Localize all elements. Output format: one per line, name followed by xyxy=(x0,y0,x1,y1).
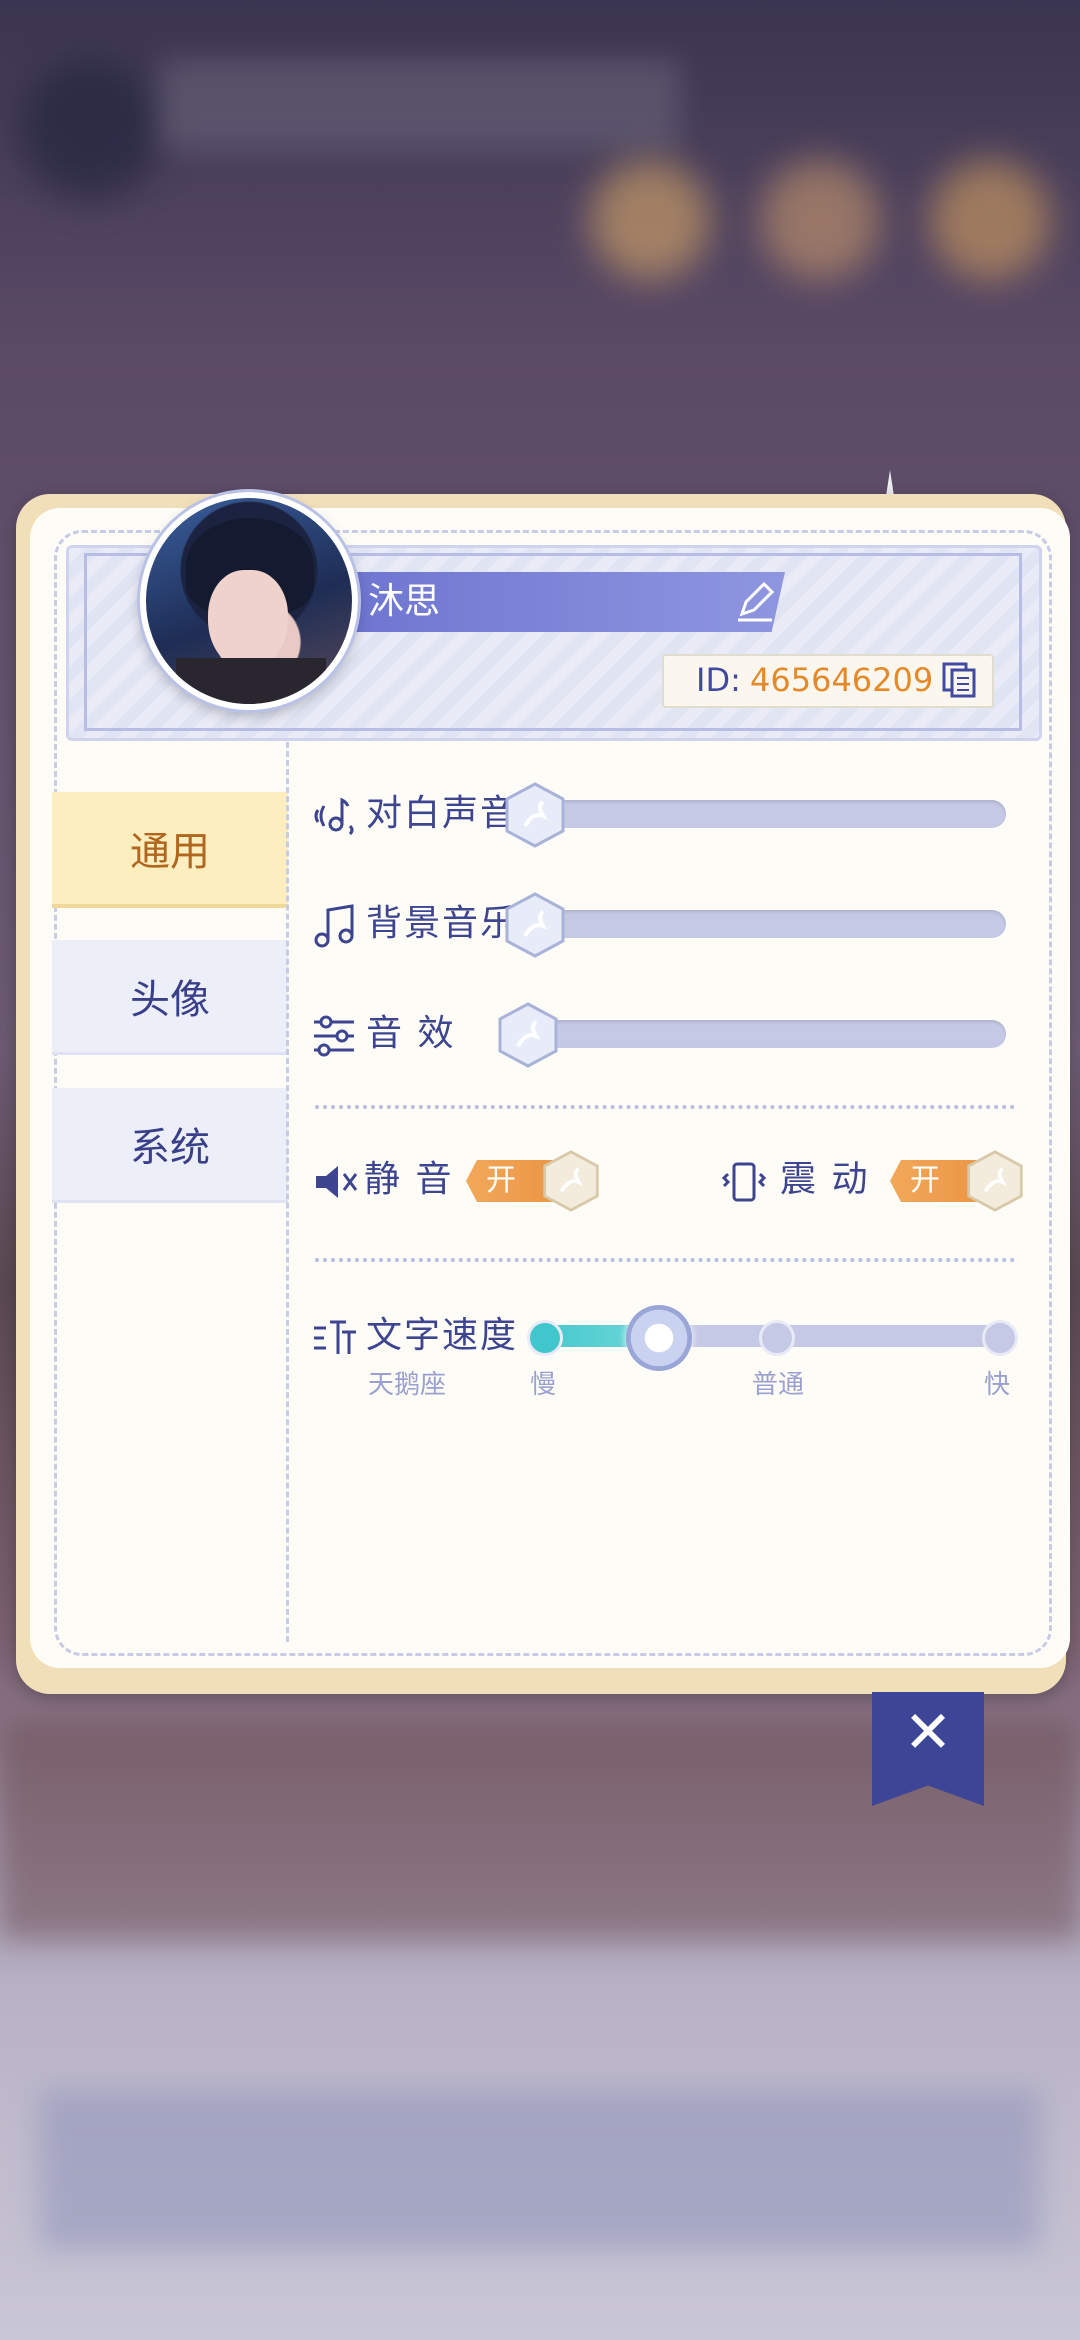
avatar[interactable] xyxy=(140,492,358,710)
vibrate-label: 震 动 xyxy=(780,1159,870,1200)
mute-toggle-text: 开 xyxy=(486,1163,516,1198)
dialogue-voice-icon xyxy=(314,797,354,836)
dialogue-voice-label: 对白声音 xyxy=(366,793,519,834)
swan-hex-knob[interactable] xyxy=(503,892,567,958)
vibrate-toggle-text: 开 xyxy=(910,1163,940,1198)
section-divider xyxy=(315,1258,1015,1262)
copy-icon[interactable] xyxy=(940,660,980,700)
bg-topbar-blur xyxy=(160,60,680,150)
speed-stop-fast[interactable] xyxy=(982,1320,1018,1356)
id-value: 465646209 xyxy=(750,661,934,699)
sfx-slider[interactable] xyxy=(520,1020,1006,1048)
mute-toggle[interactable]: 开 xyxy=(466,1150,606,1212)
vibrate-icon xyxy=(721,1162,767,1202)
swan-hex-knob xyxy=(967,1150,1023,1212)
bg-icon-blur xyxy=(930,160,1050,280)
tab-divider xyxy=(286,742,289,1642)
dialogue-voice-slider[interactable] xyxy=(520,800,1006,828)
bg-icon-blur xyxy=(590,160,710,280)
speed-fast-label: 快 xyxy=(984,1370,1011,1400)
speed-normal-label: 普通 xyxy=(752,1370,805,1400)
tab-avatar[interactable]: 头像 xyxy=(52,940,288,1055)
speed-stop-normal[interactable] xyxy=(759,1320,795,1356)
close-icon: ✕ xyxy=(903,1698,953,1766)
swan-hex-knob[interactable] xyxy=(496,1002,560,1068)
tab-system[interactable]: 系统 xyxy=(52,1088,288,1203)
swan-hex-knob[interactable] xyxy=(503,782,567,848)
text-speed-knob[interactable] xyxy=(626,1305,692,1371)
vibrate-toggle[interactable]: 开 xyxy=(890,1150,1030,1212)
bg-avatar-blur xyxy=(20,60,160,200)
section-divider xyxy=(315,1105,1015,1109)
music-note-icon xyxy=(314,904,354,948)
bg-icon-blur xyxy=(760,160,880,280)
speed-slow-label: 慢 xyxy=(530,1370,557,1400)
player-name: 沐思 xyxy=(368,581,441,622)
sfx-label: 音 效 xyxy=(366,1013,456,1054)
speed-stop-slow[interactable] xyxy=(527,1320,563,1356)
text-speed-label: 文字速度 xyxy=(366,1315,519,1356)
swan-hex-knob xyxy=(543,1150,599,1212)
mute-label: 静 音 xyxy=(364,1159,454,1200)
bgm-slider[interactable] xyxy=(520,910,1006,938)
bg-bottom-nav-blur xyxy=(40,2090,1040,2250)
edit-icon[interactable] xyxy=(732,578,778,624)
tab-general[interactable]: 通用 xyxy=(52,792,288,908)
text-speed-sublabel: 天鹅座 xyxy=(368,1370,447,1400)
text-speed-icon xyxy=(314,1320,356,1354)
equalizer-icon xyxy=(314,1015,354,1057)
id-label: ID: xyxy=(696,661,741,699)
speaker-mute-icon xyxy=(316,1166,358,1198)
bgm-label: 背景音乐 xyxy=(366,903,519,944)
